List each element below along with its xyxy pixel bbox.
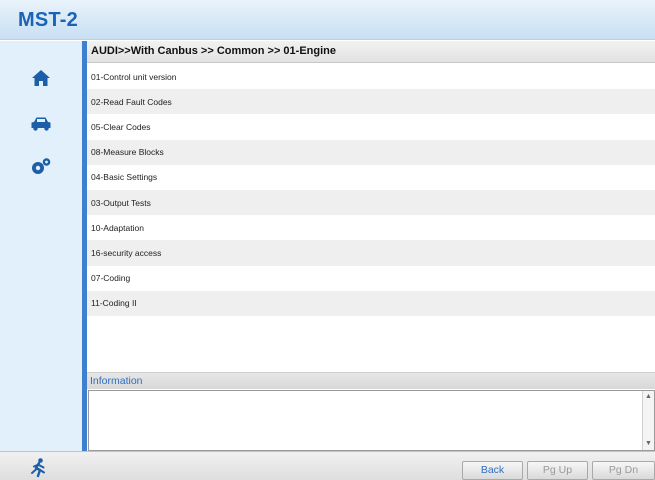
menu-item[interactable]: 16-security access bbox=[87, 240, 655, 266]
back-button[interactable]: Back bbox=[462, 461, 523, 480]
menu-item[interactable]: 10-Adaptation bbox=[87, 215, 655, 241]
breadcrumb-bar: AUDI>>With Canbus >> Common >> 01-Engine bbox=[87, 41, 655, 63]
car-icon bbox=[30, 116, 52, 132]
page-down-button[interactable]: Pg Dn bbox=[592, 461, 655, 480]
scroll-down-arrow-icon[interactable]: ▼ bbox=[645, 440, 652, 448]
information-scrollbar[interactable]: ▲ ▼ bbox=[642, 391, 654, 450]
menu-item[interactable]: 07-Coding bbox=[87, 265, 655, 291]
vehicle-button[interactable] bbox=[26, 111, 56, 137]
bottom-toolbar: Back Pg Up Pg Dn bbox=[0, 451, 655, 480]
information-header: Information bbox=[87, 372, 655, 389]
home-button[interactable] bbox=[26, 65, 56, 91]
main-panel: AUDI>>With Canbus >> Common >> 01-Engine… bbox=[87, 41, 655, 451]
information-label: Information bbox=[90, 375, 143, 387]
exit-runner-icon bbox=[28, 458, 50, 480]
information-box: ▲ ▼ bbox=[88, 390, 655, 451]
home-icon bbox=[31, 69, 51, 87]
menu-item[interactable]: 11-Coding II bbox=[87, 290, 655, 316]
settings-button[interactable] bbox=[26, 153, 56, 179]
menu-item[interactable]: 01-Control unit version bbox=[87, 64, 655, 90]
scroll-up-arrow-icon[interactable]: ▲ bbox=[645, 393, 652, 401]
exit-button[interactable] bbox=[28, 457, 50, 479]
sidebar bbox=[0, 41, 82, 451]
menu-item[interactable]: 03-Output Tests bbox=[87, 189, 655, 216]
gears-icon bbox=[29, 157, 53, 175]
app-title: MST-2 bbox=[18, 9, 78, 31]
title-bar: MST-2 bbox=[0, 0, 655, 40]
breadcrumb: AUDI>>With Canbus >> Common >> 01-Engine bbox=[91, 45, 337, 57]
menu-item[interactable]: 02-Read Fault Codes bbox=[87, 89, 655, 115]
menu-item[interactable]: 05-Clear Codes bbox=[87, 114, 655, 140]
page-up-button[interactable]: Pg Up bbox=[527, 461, 588, 480]
menu-item[interactable]: 04-Basic Settings bbox=[87, 164, 655, 190]
menu-item[interactable]: 08-Measure Blocks bbox=[87, 139, 655, 165]
function-menu-list: 01-Control unit version 02-Read Fault Co… bbox=[87, 64, 655, 316]
